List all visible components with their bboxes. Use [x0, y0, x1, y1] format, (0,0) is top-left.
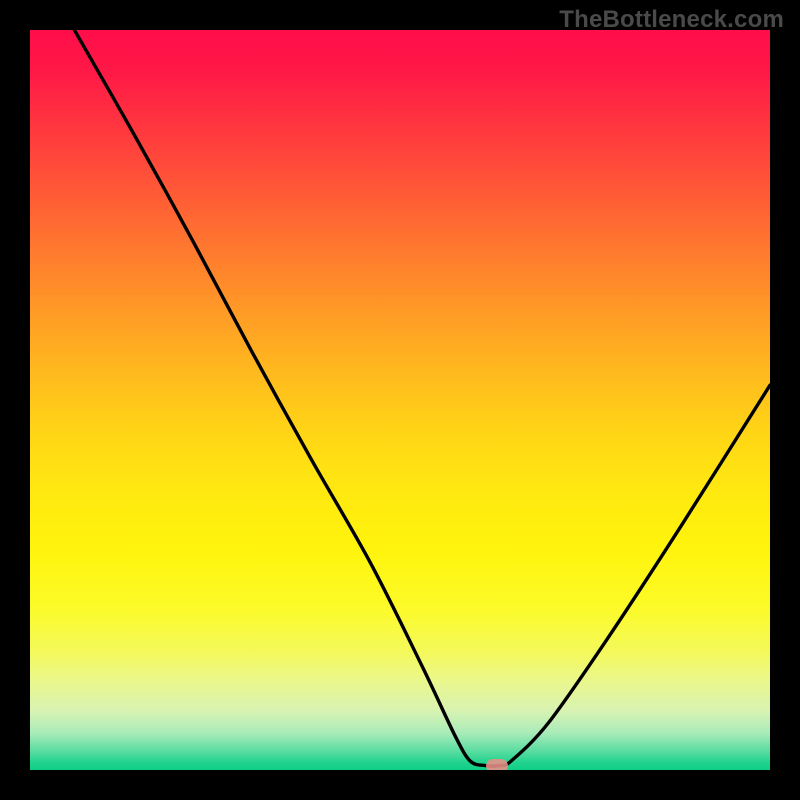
chart-frame: TheBottleneck.com — [0, 0, 800, 800]
optimal-marker-icon — [486, 759, 508, 770]
watermark-text: TheBottleneck.com — [559, 6, 784, 34]
bottleneck-curve-svg — [30, 30, 770, 770]
bottleneck-curve-path — [74, 30, 770, 766]
plot-area — [30, 30, 770, 770]
